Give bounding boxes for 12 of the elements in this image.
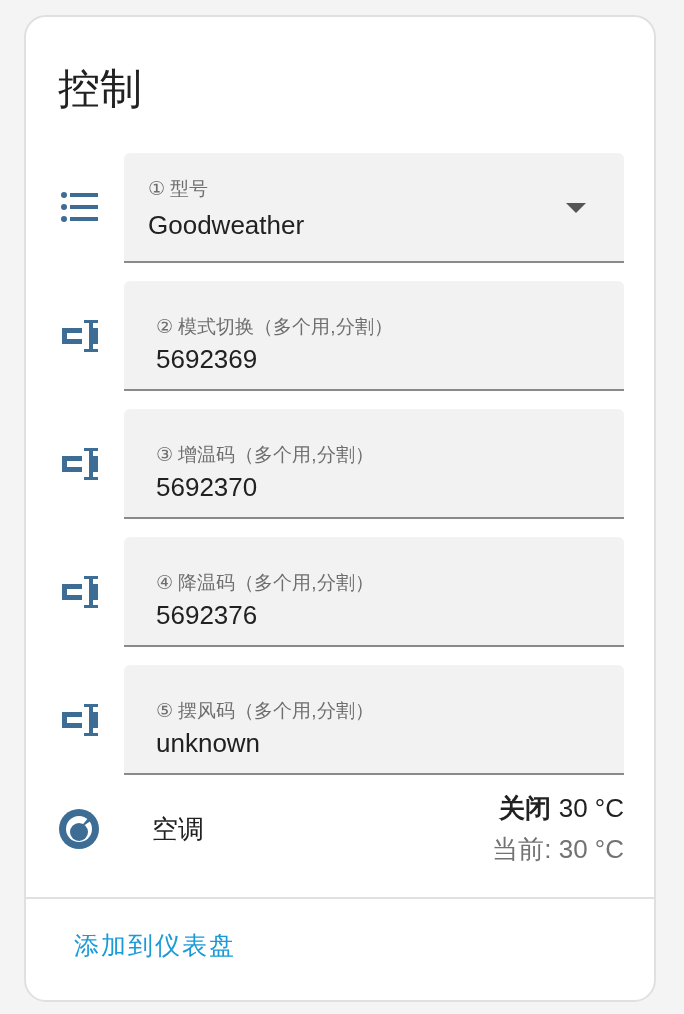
target-temperature: 关闭 30 °C <box>499 792 624 825</box>
input-field[interactable]: ⑤ 摆风码（多个用,分割） unknown <box>124 665 624 775</box>
thermostat-icon <box>58 808 100 850</box>
entity-name: 空调 <box>152 812 205 846</box>
card-title: 控制 <box>57 64 143 114</box>
caret-icon <box>566 203 586 213</box>
input-field[interactable]: ② 模式切换（多个用,分割） 5692369 <box>124 281 624 391</box>
select-field[interactable]: ① 型号 Goodweather <box>124 153 624 263</box>
list-icon <box>60 191 100 225</box>
input-field[interactable]: ④ 降温码（多个用,分割） 5692376 <box>124 537 624 647</box>
input-field[interactable]: ③ 增温码（多个用,分割） 5692370 <box>124 409 624 519</box>
current-temperature: 当前: 30 °C <box>492 833 624 866</box>
